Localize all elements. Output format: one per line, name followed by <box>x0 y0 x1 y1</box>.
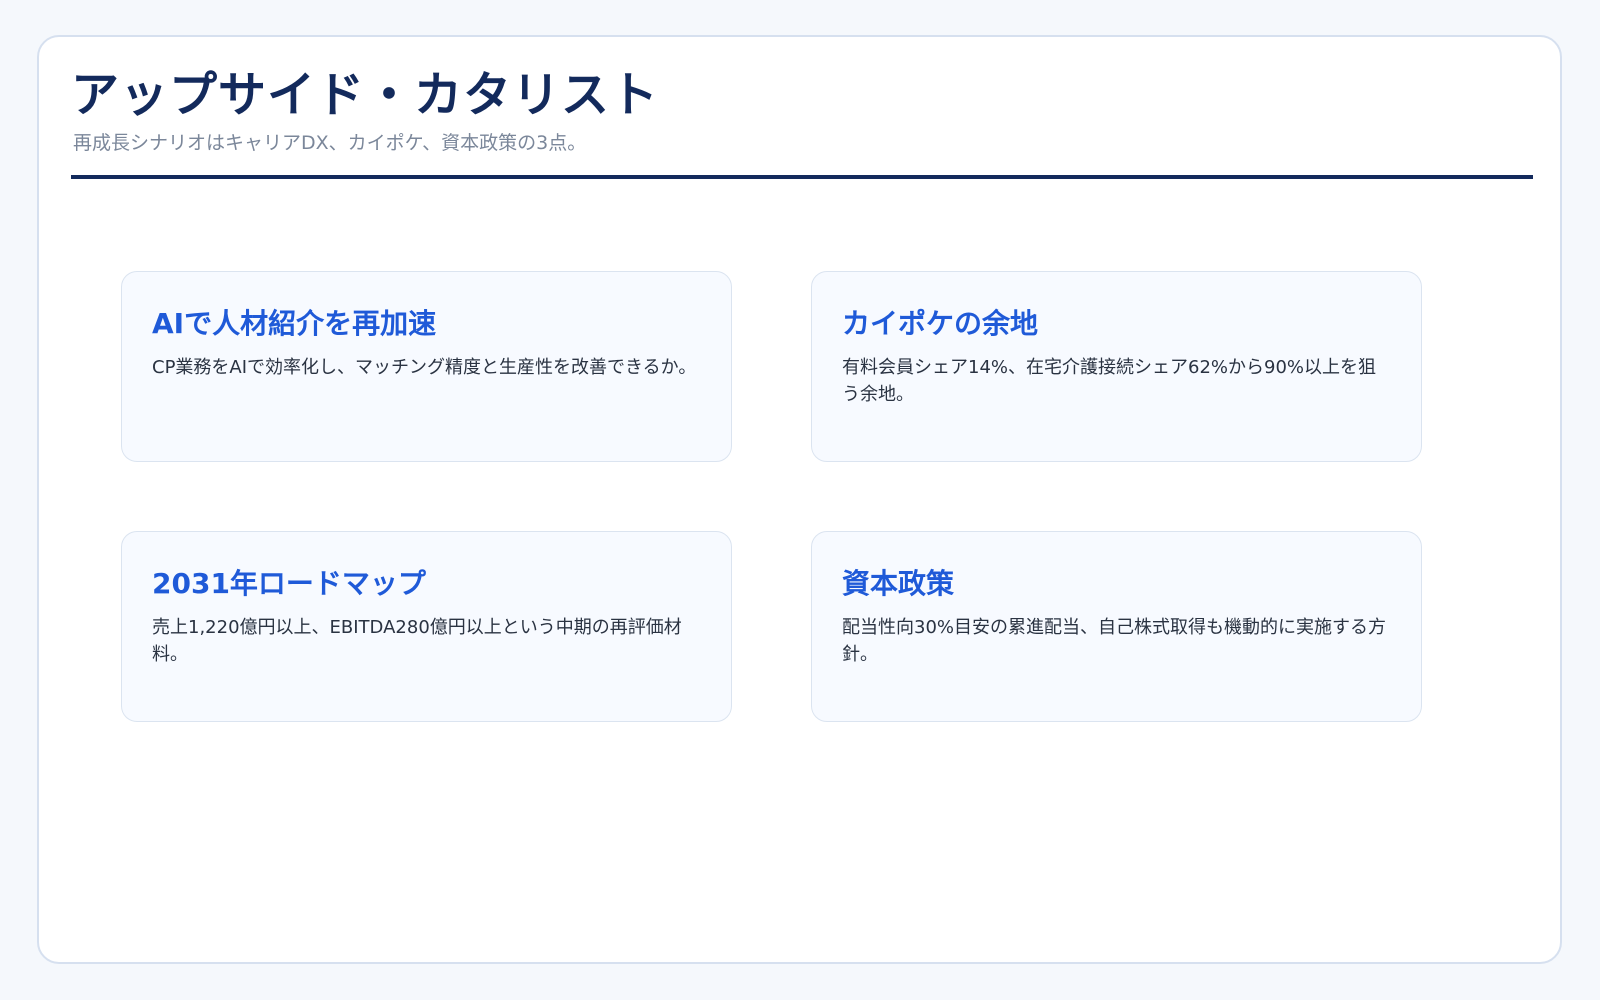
catalyst-card-capital-policy: 資本政策 配当性向30%目安の累進配当、自己株式取得も機動的に実施する方針。 <box>811 531 1422 722</box>
catalyst-card-ai-recruiting: AIで人材紹介を再加速 CP業務をAIで効率化し、マッチング精度と生産性を改善で… <box>121 271 732 462</box>
header-divider <box>71 175 1533 179</box>
card-body: 有料会員シェア14%、在宅介護接続シェア62%から90%以上を狙う余地。 <box>842 357 1377 405</box>
slide-header: アップサイド・カタリスト 再成長シナリオはキャリアDX、カイポケ、資本政策の3点… <box>71 65 1533 179</box>
card-title: 2031年ロードマップ <box>152 567 426 600</box>
card-title: 資本政策 <box>842 567 955 600</box>
page-title: アップサイド・カタリスト <box>71 67 660 123</box>
card-title: カイポケの余地 <box>842 307 1039 340</box>
card-body: 配当性向30%目安の累進配当、自己株式取得も機動的に実施する方針。 <box>842 617 1387 665</box>
catalyst-card-kaipoke: カイポケの余地 有料会員シェア14%、在宅介護接続シェア62%から90%以上を狙… <box>811 271 1422 462</box>
page-subtitle: 再成長シナリオはキャリアDX、カイポケ、資本政策の3点。 <box>73 132 587 154</box>
catalyst-card-roadmap-2031: 2031年ロードマップ 売上1,220億円以上、EBITDA280億円以上という… <box>121 531 732 722</box>
slide-panel: アップサイド・カタリスト 再成長シナリオはキャリアDX、カイポケ、資本政策の3点… <box>37 35 1562 964</box>
card-title: AIで人材紹介を再加速 <box>152 307 437 340</box>
card-body: 売上1,220億円以上、EBITDA280億円以上という中期の再評価材料。 <box>152 617 682 665</box>
card-body: CP業務をAIで効率化し、マッチング精度と生産性を改善できるか。 <box>152 357 697 378</box>
